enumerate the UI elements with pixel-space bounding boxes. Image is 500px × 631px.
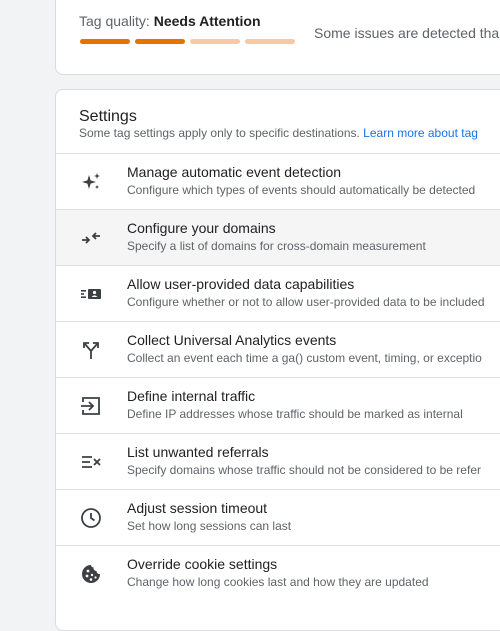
setting-title: Define internal traffic bbox=[127, 388, 256, 404]
clock-icon bbox=[79, 506, 103, 530]
setting-description: Specify a list of domains for cross-doma… bbox=[127, 239, 426, 253]
setting-title: Override cookie settings bbox=[127, 556, 278, 572]
setting-title: List unwanted referrals bbox=[127, 444, 269, 460]
setting-row-internal-traffic[interactable]: Define internal traffic Define IP addres… bbox=[56, 377, 500, 433]
setting-row-collect-ua-events[interactable]: Collect Universal Analytics events Colle… bbox=[56, 321, 500, 377]
setting-description: Set how long sessions can last bbox=[127, 519, 292, 533]
setting-row-session-timeout[interactable]: Adjust session timeout Set how long sess… bbox=[56, 489, 500, 545]
setting-title: Adjust session timeout bbox=[127, 500, 268, 516]
list-remove-icon bbox=[79, 450, 103, 474]
setting-description: Collect an event each time a ga() custom… bbox=[127, 351, 482, 365]
setting-title: Configure your domains bbox=[127, 220, 276, 236]
settings-title: Settings bbox=[79, 108, 137, 125]
setting-title: Manage automatic event detection bbox=[127, 164, 342, 180]
setting-title: Collect Universal Analytics events bbox=[127, 332, 337, 348]
setting-title: Allow user-provided data capabilities bbox=[127, 276, 355, 292]
quality-bar-3 bbox=[190, 39, 240, 44]
quality-bar-1 bbox=[80, 39, 130, 44]
setting-row-cookie-settings[interactable]: Override cookie settings Change how long… bbox=[56, 545, 500, 601]
login-box-icon bbox=[79, 394, 103, 418]
setting-row-auto-event-detection[interactable]: Manage automatic event detection Configu… bbox=[56, 153, 500, 209]
settings-card: Settings Some tag settings apply only to… bbox=[55, 89, 500, 631]
fork-arrow-icon bbox=[79, 338, 103, 362]
arrows-merge-icon bbox=[79, 226, 103, 250]
quality-bar-2 bbox=[135, 39, 185, 44]
tag-quality-description: Some issues are detected tha bbox=[314, 25, 500, 41]
setting-row-configure-domains[interactable]: Configure your domains Specify a list of… bbox=[56, 209, 500, 265]
user-data-icon bbox=[79, 282, 103, 306]
tag-quality-meter bbox=[80, 39, 295, 44]
setting-description: Specify domains whose traffic should not… bbox=[127, 463, 481, 477]
setting-description: Change how long cookies last and how the… bbox=[127, 575, 429, 589]
tag-quality-label: Tag quality: Needs Attention bbox=[79, 13, 261, 29]
setting-row-unwanted-referrals[interactable]: List unwanted referrals Specify domains … bbox=[56, 433, 500, 489]
setting-description: Configure which types of events should a… bbox=[127, 183, 476, 197]
cookie-icon bbox=[79, 562, 103, 586]
tag-quality-status: Needs Attention bbox=[153, 13, 261, 29]
quality-bar-4 bbox=[245, 39, 295, 44]
learn-more-link[interactable]: Learn more about tag bbox=[363, 126, 478, 140]
sparkle-icon bbox=[79, 170, 103, 194]
settings-subtitle: Some tag settings apply only to specific… bbox=[79, 126, 478, 140]
setting-row-user-provided-data[interactable]: Allow user-provided data capabilities Co… bbox=[56, 265, 500, 321]
tag-quality-card: Tag quality: Needs Attention Some issues… bbox=[55, 0, 500, 75]
setting-description: Configure whether or not to allow user-p… bbox=[127, 295, 485, 309]
setting-description: Define IP addresses whose traffic should… bbox=[127, 407, 463, 421]
